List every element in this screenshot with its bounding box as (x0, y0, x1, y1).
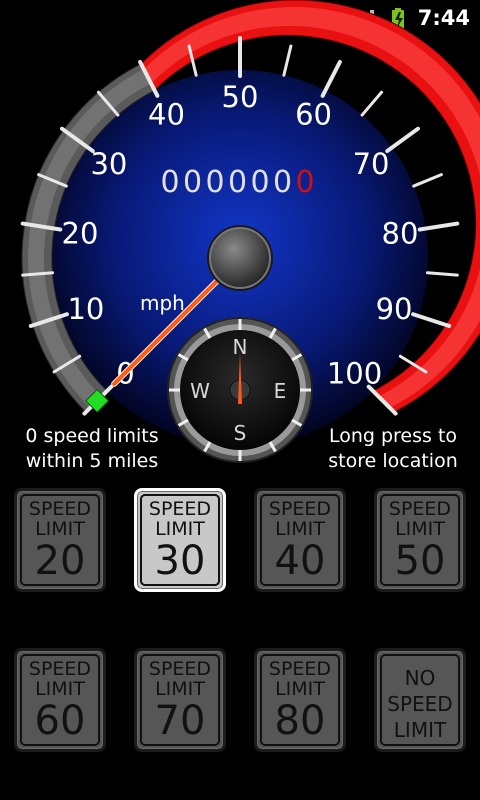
sign-value: 50 (394, 538, 446, 584)
compass-east-label: E (274, 379, 287, 403)
scale-label-80: 80 (382, 217, 419, 251)
sign-limit-text: LIMIT (155, 678, 205, 700)
odometer-digit: 0 (250, 165, 269, 200)
odometer-digit: 0 (228, 165, 247, 200)
sign-title: SPEED LIMIT (17, 499, 103, 539)
odometer-digit: 0 (183, 165, 202, 200)
scale-label-20: 20 (62, 217, 99, 251)
no-speed-limit-button[interactable]: NO SPEED LIMIT (374, 648, 466, 752)
scale-label-10: 10 (67, 292, 104, 326)
sign-limit-text: LIMIT (275, 518, 325, 540)
minor-tick (282, 44, 293, 77)
no-limit-line3: LIMIT (393, 718, 447, 742)
scale-label-30: 30 (90, 147, 127, 181)
speed-limit-30-button[interactable]: SPEED LIMIT 30 (134, 488, 226, 592)
sign-title: SPEED LIMIT (137, 499, 223, 539)
nearby-limits-line1: 0 speed limits (25, 425, 159, 447)
unit-label: mph (140, 291, 185, 315)
no-limit-text: NO SPEED LIMIT (377, 665, 463, 743)
store-hint-line2: store location (328, 450, 458, 472)
sign-speed-text: SPEED (268, 498, 332, 520)
nearby-limits-line2: within 5 miles (25, 450, 159, 472)
nearby-limits-info: 0 speed limits within 5 miles (12, 424, 172, 474)
scale-label-100: 100 (327, 357, 382, 391)
sign-title: SPEED LIMIT (257, 659, 343, 699)
sign-title: SPEED LIMIT (377, 499, 463, 539)
major-tick (417, 221, 460, 232)
sign-limit-text: LIMIT (275, 678, 325, 700)
compass-west-label: W (190, 379, 210, 403)
minor-tick (425, 271, 459, 277)
scale-label-60: 60 (295, 98, 332, 132)
sign-limit-text: LIMIT (395, 518, 445, 540)
minor-tick (360, 90, 384, 117)
sign-speed-text: SPEED (28, 658, 92, 680)
sign-value: 30 (154, 538, 206, 584)
sign-value: 60 (34, 698, 86, 744)
major-tick (411, 312, 452, 328)
sign-title: SPEED LIMIT (17, 659, 103, 699)
sign-value: 40 (274, 538, 326, 584)
sign-limit-text: LIMIT (35, 518, 85, 540)
speed-limit-50-button[interactable]: SPEED LIMIT 50 (374, 488, 466, 592)
sign-title: SPEED LIMIT (257, 499, 343, 539)
speedometer-gauge[interactable]: 0102030405060708090100 mph 0000000 NESW (0, 0, 480, 480)
sign-speed-text: SPEED (388, 498, 452, 520)
store-location-hint: Long press to store location (318, 424, 468, 474)
minor-tick (412, 173, 443, 188)
scale-label-50: 50 (222, 80, 259, 114)
speed-limit-40-button[interactable]: SPEED LIMIT 40 (254, 488, 346, 592)
scale-label-40: 40 (148, 98, 185, 132)
sign-speed-text: SPEED (268, 658, 332, 680)
needle-hub (209, 227, 271, 289)
odometer-digit: 0 (273, 165, 292, 200)
odometer-digit: 0 (205, 165, 224, 200)
scale-label-70: 70 (353, 147, 390, 181)
odometer-digit: 0 (160, 165, 179, 200)
major-tick (320, 59, 342, 98)
speed-limit-60-button[interactable]: SPEED LIMIT 60 (14, 648, 106, 752)
sign-speed-text: SPEED (148, 658, 212, 680)
no-limit-line2: SPEED (387, 692, 453, 716)
store-hint-line1: Long press to (328, 425, 458, 447)
speed-limit-70-button[interactable]: SPEED LIMIT 70 (134, 648, 226, 752)
sign-limit-text: LIMIT (35, 678, 85, 700)
odometer: 0000000 (160, 165, 314, 200)
no-limit-line1: NO (404, 666, 436, 690)
sign-value: 80 (274, 698, 326, 744)
sign-limit-text: LIMIT (155, 518, 205, 540)
major-tick (385, 126, 420, 154)
odometer-digit: 0 (295, 165, 314, 200)
sign-value: 70 (154, 698, 206, 744)
sign-speed-text: SPEED (28, 498, 92, 520)
scale-label-90: 90 (376, 292, 413, 326)
speed-limit-20-button[interactable]: SPEED LIMIT 20 (14, 488, 106, 592)
sign-speed-text: SPEED (148, 498, 212, 520)
speed-limit-80-button[interactable]: SPEED LIMIT 80 (254, 648, 346, 752)
sign-title: SPEED LIMIT (137, 659, 223, 699)
sign-value: 20 (34, 538, 86, 584)
compass: NESW (167, 317, 313, 463)
compass-south-label: S (234, 421, 247, 445)
